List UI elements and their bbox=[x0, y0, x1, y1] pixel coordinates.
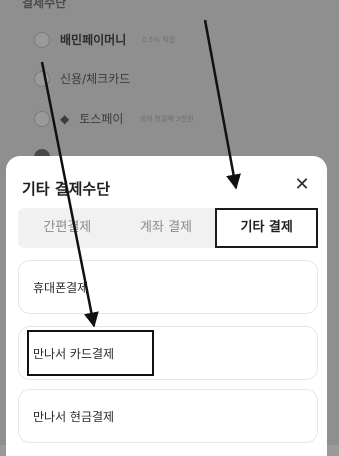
payment-row-card: 신용/체크카드 bbox=[34, 70, 130, 87]
option-cash-on-delivery[interactable]: 만나서 현금결제 bbox=[18, 389, 318, 443]
payment-row-label: 배민페이머니 bbox=[60, 33, 127, 47]
tab-other-payment[interactable]: 기타 결제 bbox=[215, 208, 319, 248]
payment-row-label: 토스페이 bbox=[79, 112, 124, 126]
tab-simple-payment[interactable]: 간편결제 bbox=[18, 208, 117, 248]
payment-row-label: 신용/체크카드 bbox=[60, 72, 131, 86]
highlight-box bbox=[27, 330, 154, 376]
other-payment-sheet: 기타 결제수단 ✕ 간편결제 계좌 결제 기타 결제 휴대폰결제 만나서 카드결… bbox=[6, 156, 327, 456]
payment-tabs: 간편결제 계좌 결제 기타 결제 bbox=[18, 208, 319, 248]
sheet-title: 기타 결제수단 bbox=[22, 180, 111, 198]
payment-row-badge: 생애 첫결제 3천원 bbox=[139, 114, 194, 123]
payment-row-toss: ◆ 토스페이 생애 첫결제 3천원 bbox=[34, 110, 193, 127]
radio-icon bbox=[34, 31, 50, 48]
tab-account-payment[interactable]: 계좌 결제 bbox=[117, 208, 216, 248]
radio-icon bbox=[34, 70, 50, 87]
radio-icon bbox=[34, 110, 50, 127]
payment-method-title: 결제수단 bbox=[22, 0, 67, 10]
payment-row-baemin: 배민페이머니 0.5% 적립 bbox=[34, 31, 175, 48]
payment-row-badge: 0.5% 적립 bbox=[142, 35, 176, 44]
option-phone-payment[interactable]: 휴대폰결제 bbox=[18, 260, 318, 314]
close-icon[interactable]: ✕ bbox=[291, 174, 313, 196]
toss-logo-icon: ◆ bbox=[60, 111, 70, 126]
